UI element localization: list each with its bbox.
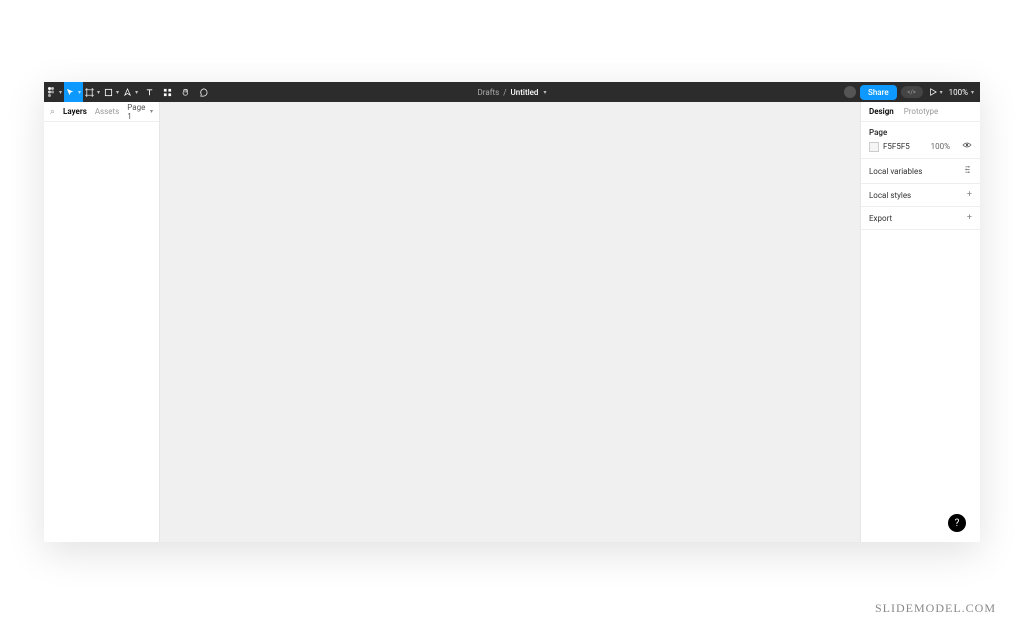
body-row: ⌕ Layers Assets Page 1 ▾ Design Prototyp… [44, 102, 980, 542]
page-background-row[interactable]: F5F5F5 100% [869, 141, 972, 152]
local-styles-row[interactable]: Local styles + [861, 184, 980, 207]
comment-icon [199, 88, 208, 97]
page-section: Page F5F5F5 100% [861, 122, 980, 159]
watermark: SLIDEMODEL.COM [875, 601, 996, 616]
eye-icon [962, 141, 972, 149]
tab-assets[interactable]: Assets [95, 107, 119, 116]
chevron-down-icon: ▾ [543, 89, 546, 96]
top-toolbar: ▾ ▾ ▾ ▾ ▾ [44, 82, 980, 102]
color-opacity: 100% [931, 142, 950, 151]
color-swatch-group: F5F5F5 [869, 142, 910, 152]
right-panel-tabs: Design Prototype [861, 102, 980, 122]
toolbar-left-group: ▾ ▾ ▾ ▾ ▾ [44, 82, 212, 102]
breadcrumb-folder: Drafts [478, 88, 500, 97]
rectangle-icon [104, 88, 113, 97]
tab-layers[interactable]: Layers [63, 107, 87, 116]
code-icon: </> [907, 89, 916, 96]
tab-prototype[interactable]: Prototype [904, 107, 938, 116]
dev-mode-toggle[interactable]: </> [901, 86, 923, 98]
color-swatch[interactable] [869, 142, 879, 152]
resources-button[interactable] [158, 82, 176, 102]
breadcrumb-separator: / [503, 88, 506, 97]
comment-tool-button[interactable] [194, 82, 212, 102]
text-icon [145, 88, 154, 97]
left-panel-tabs: ⌕ Layers Assets Page 1 ▾ [44, 102, 159, 122]
plus-icon: + [967, 213, 972, 223]
frame-icon [85, 88, 94, 97]
hand-tool-button[interactable] [176, 82, 194, 102]
chevron-down-icon: ▾ [59, 89, 62, 96]
text-tool-button[interactable] [140, 82, 158, 102]
main-menu-button[interactable]: ▾ [44, 82, 64, 102]
visibility-toggle[interactable] [962, 141, 972, 152]
chevron-down-icon: ▾ [135, 89, 138, 96]
page-section-title: Page [869, 128, 972, 137]
export-row[interactable]: Export + [861, 207, 980, 230]
user-avatar[interactable] [844, 86, 856, 98]
local-variables-label: Local variables [869, 167, 922, 176]
local-variables-row[interactable]: Local variables [861, 159, 980, 184]
right-panel: Design Prototype Page F5F5F5 100% Loca [860, 102, 980, 542]
left-panel: ⌕ Layers Assets Page 1 ▾ [44, 102, 160, 542]
zoom-control[interactable]: 100% ▾ [949, 88, 974, 97]
search-icon[interactable]: ⌕ [50, 107, 55, 117]
local-styles-label: Local styles [869, 191, 911, 200]
resources-icon [163, 88, 172, 97]
chevron-down-icon: ▾ [116, 89, 119, 96]
settings-icon [963, 165, 972, 177]
pen-tool-button[interactable]: ▾ [121, 82, 140, 102]
zoom-value: 100% [949, 88, 968, 97]
breadcrumb[interactable]: Drafts / Untitled ▾ [478, 88, 547, 97]
play-icon [929, 88, 937, 96]
toolbar-right-group: Share </> ▾ 100% ▾ [844, 82, 980, 102]
plus-icon: + [967, 190, 972, 200]
page-selector-label: Page 1 [127, 103, 147, 121]
page-selector[interactable]: Page 1 ▾ [127, 103, 153, 121]
chevron-down-icon: ▾ [940, 89, 943, 96]
app-window: ▾ ▾ ▾ ▾ ▾ [44, 82, 980, 542]
tab-design[interactable]: Design [869, 107, 894, 116]
frame-tool-button[interactable]: ▾ [83, 82, 102, 102]
color-hex: F5F5F5 [883, 142, 910, 151]
pen-icon [123, 88, 132, 97]
shape-tool-button[interactable]: ▾ [102, 82, 121, 102]
chevron-down-icon: ▾ [78, 89, 81, 96]
chevron-down-icon: ▾ [971, 89, 974, 96]
canvas-area[interactable] [160, 102, 860, 542]
figma-logo-icon [46, 87, 56, 97]
hand-icon [181, 88, 190, 97]
present-button[interactable]: ▾ [927, 82, 945, 102]
chevron-down-icon: ▾ [97, 89, 100, 96]
help-label: ? [955, 518, 960, 529]
help-button[interactable]: ? [948, 514, 966, 532]
export-label: Export [869, 214, 892, 223]
cursor-icon [66, 88, 75, 97]
share-button[interactable]: Share [860, 85, 897, 100]
file-title: Untitled [511, 88, 539, 97]
move-tool-button[interactable]: ▾ [64, 82, 83, 102]
chevron-down-icon: ▾ [150, 108, 153, 115]
